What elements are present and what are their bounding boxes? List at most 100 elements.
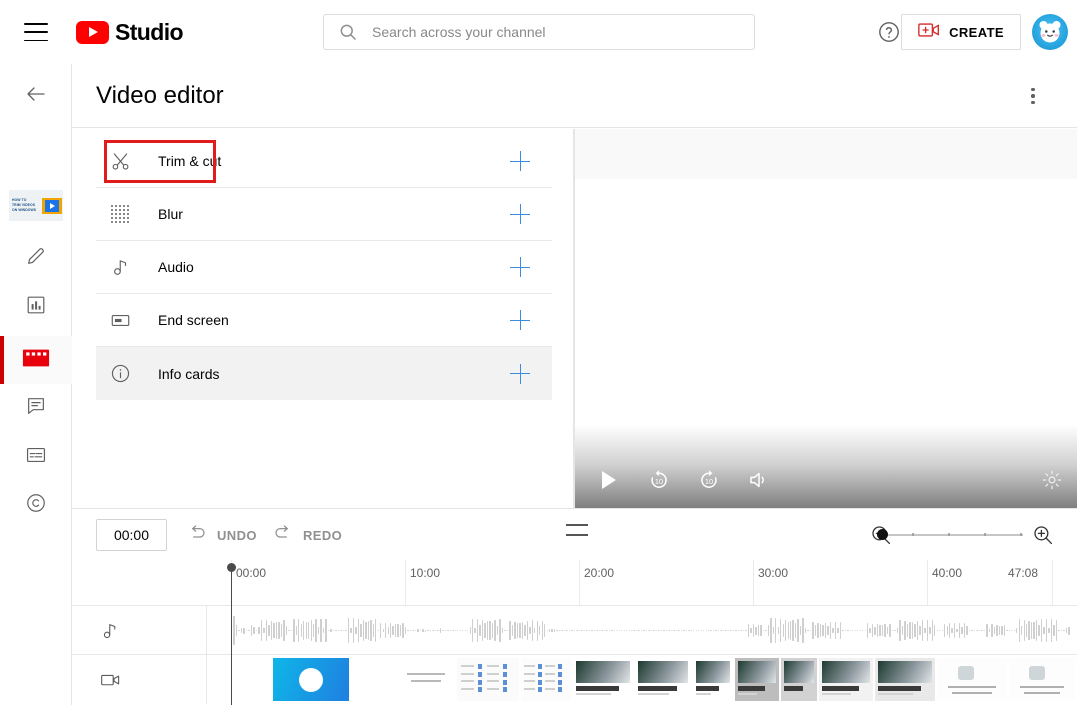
zoom-slider-thumb[interactable]: [877, 529, 888, 540]
zoom-slider-tick: [984, 533, 986, 536]
zoom-in-icon[interactable]: [1031, 523, 1055, 547]
filmstrip-frame: [693, 658, 733, 701]
clapperboard-icon: [22, 346, 50, 375]
filmstrip-frames: [231, 658, 1077, 701]
comment-icon: [25, 395, 47, 422]
gear-icon[interactable]: [1035, 463, 1069, 497]
redo-arrow-icon: [272, 522, 294, 549]
volume-icon[interactable]: [739, 460, 779, 500]
preview-stage[interactable]: 10 10: [575, 179, 1077, 508]
ruler-label: 20:00: [584, 566, 615, 580]
ruler-label: 10:00: [410, 566, 441, 580]
video-preview: 10 10: [575, 129, 1077, 508]
player-controls-overlay: 10 10: [575, 425, 1077, 508]
filmstrip-frame: [231, 658, 271, 701]
tools-panel: Trim & cut Blur Audio End screen Info ca…: [72, 129, 574, 508]
sidebar-item-comments[interactable]: [0, 384, 72, 432]
redo-button[interactable]: REDO: [272, 523, 342, 547]
music-note-icon: [72, 606, 207, 655]
plus-icon[interactable]: [510, 363, 530, 384]
plus-icon[interactable]: [510, 151, 530, 171]
tool-label: End screen: [158, 312, 229, 328]
rewind-10-icon[interactable]: 10: [639, 460, 679, 500]
ruler-label: 30:00: [758, 566, 789, 580]
video-track-row[interactable]: [72, 654, 1077, 704]
studio-brand[interactable]: Studio: [76, 18, 184, 46]
create-button[interactable]: CREATE: [901, 14, 1021, 50]
page-title: Video editor: [96, 82, 224, 109]
tool-row-info-cards[interactable]: Info cards: [96, 347, 552, 400]
search-bar[interactable]: [323, 14, 755, 50]
sidebar-item-analytics[interactable]: [0, 283, 72, 331]
end-screen-icon: [108, 308, 132, 332]
video-filmstrip[interactable]: [207, 655, 1077, 704]
hamburger-menu-icon[interactable]: [24, 23, 48, 41]
left-rail: HOW TO TRIM VIDEOS ON WINDOWS: [0, 64, 72, 705]
sidebar-item-copyright[interactable]: [0, 481, 72, 529]
youtube-logo-icon: [76, 20, 109, 44]
sidebar-item-subtitles[interactable]: [0, 433, 72, 481]
forward-10-icon[interactable]: 10: [689, 460, 729, 500]
search-input[interactable]: [372, 24, 742, 40]
tool-label: Trim & cut: [158, 153, 222, 169]
filmstrip-frame: [457, 658, 519, 701]
more-vertical-icon[interactable]: [1021, 84, 1045, 108]
tool-row-trim-and-cut[interactable]: Trim & cut: [96, 135, 552, 188]
ruler-label: 40:00: [932, 566, 963, 580]
plus-icon[interactable]: [510, 310, 530, 330]
svg-text:10: 10: [655, 477, 663, 486]
svg-text:10: 10: [705, 477, 713, 486]
brand-label: Studio: [115, 18, 184, 45]
filmstrip-frame: [573, 658, 633, 701]
filmstrip-frame: [1009, 658, 1075, 701]
video-camera-icon: [72, 655, 207, 704]
timeline-ruler[interactable]: 00:00 10:00 20:00 30:00 40:00 47:08: [72, 560, 1077, 605]
video-thumbnail[interactable]: HOW TO TRIM VIDEOS ON WINDOWS: [9, 190, 63, 221]
top-header: Studio CREATE: [0, 0, 1077, 64]
thumbnail-text: HOW TO TRIM VIDEOS ON WINDOWS: [12, 198, 37, 212]
filmstrip-frame: [819, 658, 873, 701]
filmstrip-frame: [397, 658, 455, 701]
undo-button[interactable]: UNDO: [186, 523, 257, 547]
create-button-label: CREATE: [949, 24, 1004, 40]
audio-track-row[interactable]: [72, 605, 1077, 655]
pencil-icon: [25, 245, 47, 272]
tool-label: Info cards: [158, 365, 220, 382]
plus-icon[interactable]: [510, 204, 530, 224]
play-icon[interactable]: [589, 460, 629, 500]
zoom-slider-tick: [948, 533, 950, 536]
help-circle-icon[interactable]: [877, 20, 901, 44]
redo-label: REDO: [303, 527, 343, 543]
bar-chart-icon: [25, 294, 47, 321]
filmstrip-frame: [781, 658, 817, 701]
timeline: 00:00 10:00 20:00 30:00 40:00 47:08: [72, 560, 1077, 705]
waveform-bars: [231, 614, 1077, 647]
sidebar-item-editor[interactable]: [0, 336, 72, 384]
tool-list: Trim & cut Blur Audio End screen Info ca…: [96, 135, 552, 400]
plus-icon[interactable]: [510, 257, 530, 277]
zoom-slider[interactable]: [877, 529, 1023, 540]
video-plus-icon: [918, 21, 940, 44]
ruler-label: 00:00: [236, 566, 267, 580]
page-header: Video editor: [72, 64, 1077, 128]
filmstrip-frame: [937, 658, 1007, 701]
zoom-slider-track: [879, 534, 1023, 536]
tool-row-audio[interactable]: Audio: [96, 241, 552, 294]
tool-label: Blur: [158, 206, 183, 222]
timecode-field[interactable]: 00:00: [96, 519, 167, 551]
filmstrip-frame: [635, 658, 691, 701]
filmstrip-frame: [735, 658, 779, 701]
tool-row-end-screen[interactable]: End screen: [96, 294, 552, 347]
audio-waveform[interactable]: [207, 606, 1077, 655]
sidebar-item-details[interactable]: [0, 234, 72, 282]
timeline-playhead[interactable]: [227, 563, 236, 705]
copyright-icon: [25, 492, 47, 519]
drag-handle-icon[interactable]: [566, 524, 588, 536]
ruler-label-duration: 47:08: [1008, 566, 1039, 580]
tool-row-blur[interactable]: Blur: [96, 188, 552, 241]
back-arrow-icon[interactable]: [24, 82, 48, 106]
channel-avatar[interactable]: [1032, 14, 1068, 50]
preview-letterbox: [575, 129, 1077, 179]
search-icon: [338, 22, 358, 42]
blur-dots-icon: [108, 202, 132, 226]
